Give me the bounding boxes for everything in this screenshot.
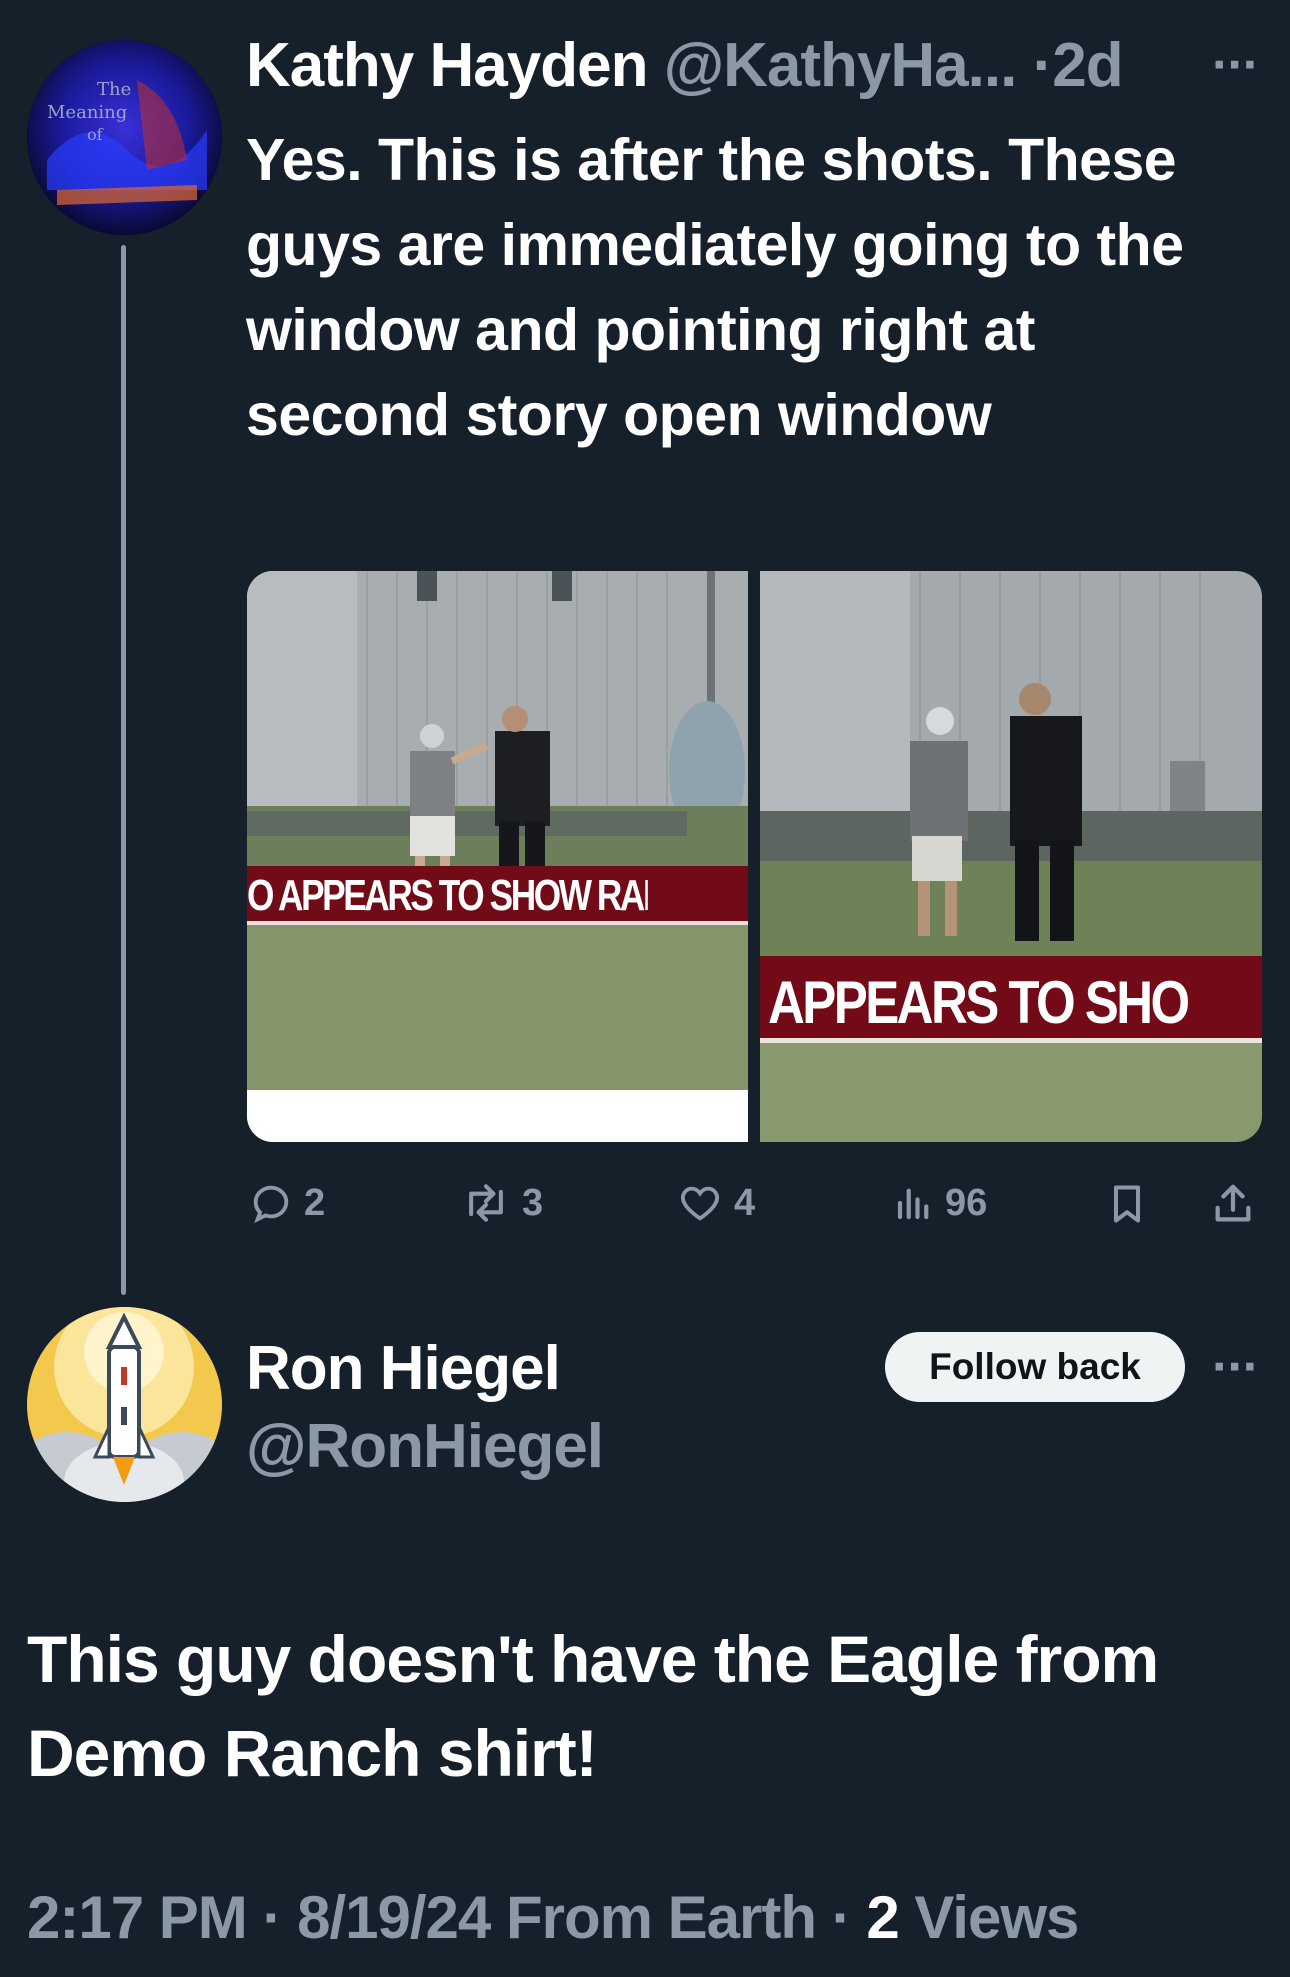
- share-button[interactable]: [1210, 1180, 1256, 1228]
- kathy-avatar[interactable]: The Meaning of: [27, 40, 222, 235]
- repost-icon: [469, 1184, 503, 1222]
- repost-count: 3: [522, 1181, 544, 1224]
- tweet1-text: Yes. This is after the shots. These guys…: [246, 127, 1184, 448]
- like-count: 4: [734, 1181, 756, 1224]
- reply-icon: [253, 1185, 289, 1224]
- thread-connector-line: [121, 245, 126, 1295]
- tweet2-footer: 2:17 PM · 8/19/24 From Earth · 2 Views: [27, 1883, 1079, 1952]
- tweet1-separator: ·: [1032, 31, 1054, 100]
- reply-button[interactable]: 2: [248, 1180, 325, 1226]
- share-icon: [1215, 1184, 1251, 1222]
- bookmark-button[interactable]: [1105, 1180, 1149, 1228]
- heart-icon: [681, 1186, 719, 1221]
- media-image-right[interactable]: APPEARS TO SHOW RA: [760, 571, 1262, 1142]
- tweet-time[interactable]: 2:17 PM: [27, 1884, 248, 1951]
- footer-dot-1: ·: [262, 1884, 282, 1951]
- svg-text:of: of: [87, 125, 104, 144]
- ron-avatar[interactable]: [27, 1307, 222, 1502]
- tweet1-author-handle[interactable]: @KathyHa...: [664, 31, 1018, 100]
- media-right-caption: APPEARS TO SHOW RA: [768, 969, 1188, 1036]
- reply-count: 2: [304, 1181, 326, 1224]
- tweet2-more-button[interactable]: ···: [1212, 1337, 1260, 1397]
- tweet2-text: This guy doesn't have the Eagle from Dem…: [27, 1622, 1159, 1790]
- tweet1-media-grid[interactable]: O APPEARS TO SHOW RALLY G: [247, 571, 1262, 1142]
- repost-button[interactable]: 3: [460, 1180, 543, 1226]
- tweet1-author-name[interactable]: Kathy Hayden: [246, 31, 648, 100]
- follow-back-button[interactable]: Follow back: [885, 1332, 1185, 1402]
- tweet1-header: Kathy Hayden @KathyHa... ·2d: [246, 30, 1124, 101]
- tweet1-more-button[interactable]: ···: [1212, 35, 1260, 95]
- svg-text:Meaning: Meaning: [47, 102, 127, 123]
- bookmark-icon: [1113, 1185, 1141, 1223]
- views-button[interactable]: 96: [893, 1180, 987, 1226]
- tweet2-author-handle[interactable]: @RonHiegel: [246, 1411, 604, 1482]
- views-label: Views: [914, 1884, 1079, 1951]
- tweet-source: From Earth: [505, 1884, 817, 1951]
- media-image-left[interactable]: O APPEARS TO SHOW RALLY G: [247, 571, 748, 1142]
- views-count: 96: [945, 1181, 988, 1224]
- footer-dot-2: ·: [831, 1884, 852, 1951]
- tweet-date[interactable]: 8/19/24: [297, 1884, 491, 1951]
- views-count-footer: 2: [866, 1884, 899, 1951]
- views-icon: [897, 1188, 929, 1220]
- tweet2-author-name[interactable]: Ron Hiegel: [246, 1333, 561, 1404]
- svg-text:The: The: [97, 79, 131, 100]
- like-button[interactable]: 4: [676, 1180, 755, 1226]
- media-left-caption: O APPEARS TO SHOW RALLY G: [247, 871, 648, 920]
- tweet1-age[interactable]: 2d: [1052, 31, 1123, 100]
